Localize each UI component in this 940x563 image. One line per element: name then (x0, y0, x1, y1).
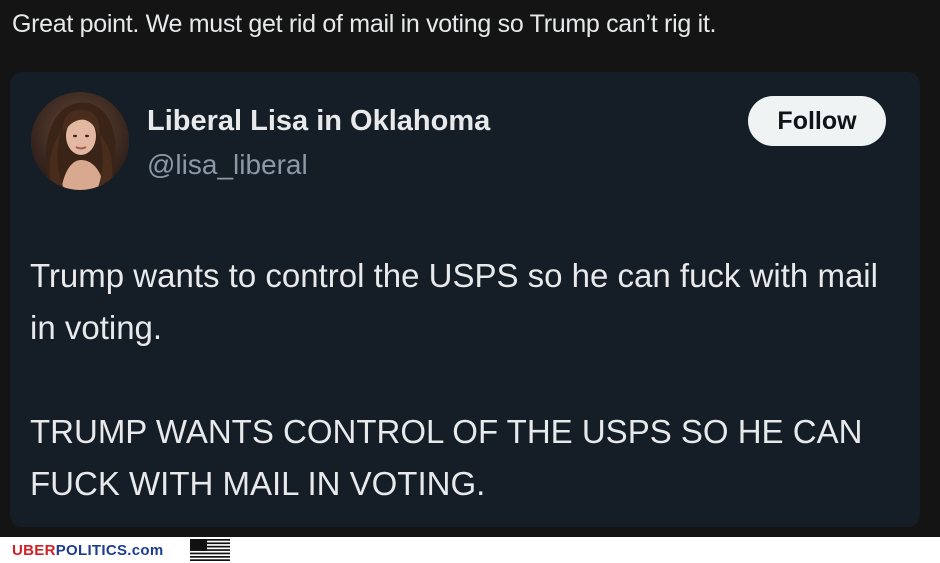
user-handle[interactable]: @lisa_liberal (147, 149, 308, 181)
watermark-part-politics: POLITICS.com (55, 542, 164, 559)
watermark-part-uber: UBER (12, 542, 56, 559)
reply-comment-text: Great point. We must get rid of mail in … (12, 10, 717, 38)
follow-button[interactable]: Follow (748, 96, 886, 146)
tweet-paragraph: Trump wants to control the USPS so he ca… (30, 257, 878, 346)
embedded-tweet-card[interactable]: Liberal Lisa in Oklahoma @lisa_liberal F… (10, 72, 920, 527)
us-flag-icon (190, 539, 230, 561)
tweet-body: Trump wants to control the USPS so he ca… (30, 250, 900, 510)
site-watermark: UBERPOLITICS.com (12, 542, 163, 559)
display-name[interactable]: Liberal Lisa in Oklahoma (147, 105, 490, 138)
avatar[interactable] (31, 92, 129, 190)
profile-photo-icon (31, 92, 129, 190)
tweet-paragraph: TRUMP WANTS CONTROL OF THE USPS SO HE CA… (30, 413, 863, 502)
watermark-bar: UBERPOLITICS.com (0, 537, 940, 563)
screenshot-area: Great point. We must get rid of mail in … (0, 0, 940, 537)
